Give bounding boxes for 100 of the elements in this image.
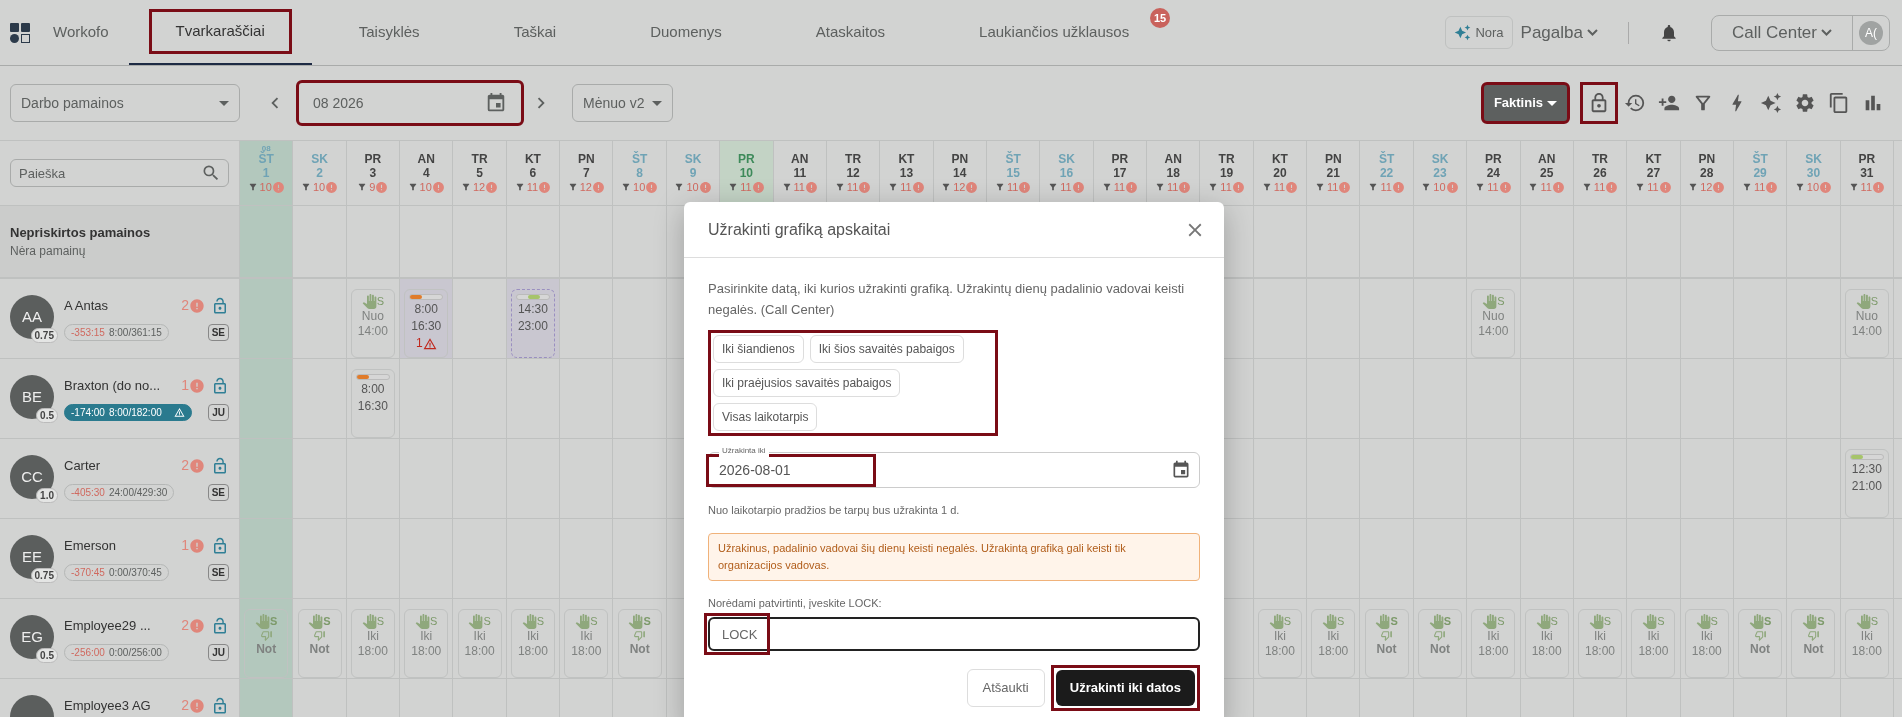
employee-name[interactable]: Employee29 ... [64, 615, 151, 636]
shift-count: 11 [740, 180, 752, 194]
shift-card[interactable]: 8:00 16:30 1 [404, 289, 449, 358]
day-header[interactable]: SK 30 10 [1787, 141, 1841, 205]
preset-chip[interactable]: Visas laikotarpis [713, 403, 818, 431]
day-header[interactable]: ŠT 22 11 [1360, 141, 1414, 205]
shift-count: 12 [472, 180, 486, 194]
shift-card[interactable]: 14:30 23:00 [510, 289, 555, 358]
day-header[interactable]: ŠT 8 10 [613, 141, 667, 205]
shift-count: 11 [1753, 180, 1766, 194]
day-header[interactable]: KT 27 11 [1627, 141, 1681, 205]
preset-chip[interactable]: Iki praėjusios savaitės pabaigos [713, 369, 901, 397]
employee-name[interactable]: Carter [64, 455, 101, 476]
calendar-icon[interactable] [1171, 460, 1191, 480]
cancel-button[interactable]: Atšaukti [966, 669, 1045, 707]
unlocked-icon[interactable] [211, 536, 229, 555]
weekday: KT [1271, 152, 1288, 166]
request-card[interactable]: S Iki 18:00 [1578, 609, 1623, 678]
logo-icon [10, 22, 30, 43]
unlocked-icon[interactable] [211, 376, 229, 395]
day-header[interactable]: AN 4 10 [400, 141, 454, 205]
issue-count: 1 [181, 376, 189, 395]
assistant-button[interactable]: Nora [1445, 15, 1513, 50]
request-card[interactable]: S Iki 18:00 [510, 609, 555, 678]
request-card[interactable]: S Not [1364, 609, 1409, 678]
nav-tab[interactable]: Tvarkaraščiai [148, 9, 292, 54]
submit-button[interactable]: Užrakinti iki datos [1055, 670, 1195, 706]
request-card[interactable]: S Iki 18:00 [350, 609, 395, 678]
day-header[interactable]: PN 21 11 [1307, 141, 1361, 205]
request-card[interactable]: S Iki 18:00 [1844, 609, 1889, 678]
day-header[interactable]: PR 31 11 [1840, 141, 1894, 205]
request-card[interactable]: S Not [1417, 609, 1462, 678]
nav-tab[interactable]: Duomenys [623, 10, 749, 55]
request-card[interactable]: S Iki 18:00 [1684, 609, 1729, 678]
shift-count: 11 [793, 180, 805, 194]
thumbs-down-icon [1753, 629, 1767, 642]
request-card[interactable]: S Not [297, 609, 342, 678]
request-card[interactable]: S Iki 18:00 [1311, 609, 1356, 678]
employee-name[interactable]: Emerson [64, 535, 117, 556]
weekday: SK [1058, 152, 1075, 166]
confirm-field[interactable]: LOCK [708, 617, 1200, 651]
request-card[interactable]: S Nuo 14:00 [350, 289, 395, 358]
request-card[interactable]: S Nuo 14:00 [1471, 289, 1516, 358]
filter-icon [1475, 182, 1486, 192]
day-header[interactable]: SK 23 10 [1413, 141, 1468, 205]
request-card[interactable]: S Iki 18:00 [1257, 609, 1302, 678]
request-card[interactable]: S Not [1738, 609, 1783, 678]
period-field[interactable]: 08 2026 [296, 80, 524, 126]
request-card[interactable]: S Iki 18:00 [564, 609, 609, 678]
error-icon [1338, 180, 1352, 194]
day-header[interactable]: PN 28 12 [1680, 141, 1734, 205]
filter-icon [621, 182, 631, 192]
unlocked-icon[interactable] [211, 696, 229, 715]
day-header[interactable]: PN 7 12 [560, 141, 614, 205]
weekday: ŠT [258, 152, 274, 166]
day-header[interactable]: AN 25 11 [1520, 141, 1574, 205]
employee-name[interactable]: Braxton (do no... [64, 375, 161, 396]
day-header[interactable]: KT 20 11 [1253, 141, 1308, 205]
day-header[interactable]: PR 24 11 [1467, 141, 1521, 205]
request-card[interactable]: S Iki 18:00 [1524, 609, 1569, 678]
request-text: Not [1376, 642, 1397, 657]
request-card[interactable]: S Nuo 14:00 [1844, 289, 1889, 358]
day-header[interactable]: PR 10 11 [720, 141, 774, 205]
filter-icon [1688, 182, 1699, 192]
unlocked-icon[interactable] [211, 296, 229, 315]
day-header[interactable]: KT 6 11 [506, 141, 561, 205]
request-card[interactable]: S Not [617, 609, 662, 678]
day-header[interactable]: ŠT 29 11 [1733, 141, 1788, 205]
day-header[interactable]: TR 5 12 [453, 141, 507, 205]
nav-tab[interactable]: Ataskaitos [788, 10, 913, 55]
unlocked-icon[interactable] [211, 616, 229, 635]
preset-chip[interactable]: Iki šios savaitės pabaigos [809, 335, 964, 363]
preset-chip[interactable]: Iki šiandienos [713, 335, 804, 363]
request-text: 18:00 [1318, 644, 1349, 659]
shift-count: 10 [686, 180, 699, 194]
employee-name[interactable]: A Antas [64, 295, 109, 316]
lock-icon[interactable] [1580, 82, 1618, 124]
day-header[interactable]: SK 2 10 [293, 141, 347, 205]
day-header[interactable]: PR 3 9 [346, 141, 401, 205]
day-number: 12 [846, 166, 860, 180]
request-card[interactable]: S Iki 18:00 [1631, 609, 1676, 678]
search-field[interactable]: Paieška [10, 159, 229, 187]
mode-dropdown[interactable]: Faktinis [1480, 82, 1570, 124]
layout-select[interactable]: Mėnuo v2 [572, 84, 674, 122]
shift-card[interactable]: 12:30 21:00 [1844, 449, 1889, 518]
employee-name[interactable]: Employee3 AG [64, 695, 151, 716]
request-card[interactable]: S Not [1791, 609, 1836, 678]
shift-card[interactable]: 8:00 16:30 [350, 369, 395, 438]
nav-tab[interactable]: Taisyklės [331, 10, 447, 55]
request-card[interactable]: S Iki 18:00 [404, 609, 449, 678]
request-card[interactable]: S Iki 18:00 [1471, 609, 1516, 678]
unlocked-icon[interactable] [211, 456, 229, 475]
request-card[interactable]: S Iki 18:00 [457, 609, 502, 678]
view-select[interactable]: Darbo pamainos [10, 84, 240, 122]
day-number: 17 [1113, 166, 1127, 180]
nav-tab[interactable]: Taškai [486, 10, 584, 55]
day-header[interactable]: TR 26 11 [1573, 141, 1628, 205]
help-menu[interactable]: Pagalba [1520, 19, 1598, 46]
shift-count: 11 [1647, 180, 1659, 194]
hand-icon [628, 614, 644, 629]
